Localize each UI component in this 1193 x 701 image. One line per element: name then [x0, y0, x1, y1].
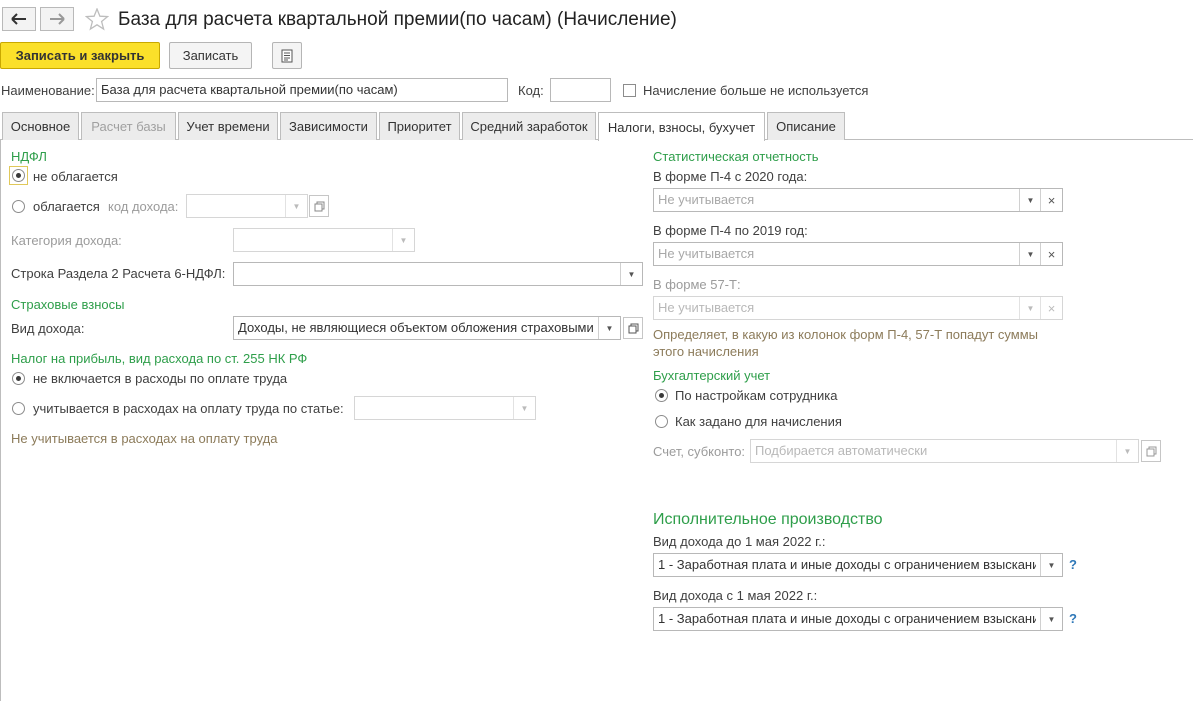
accounting-as-accrual-label: Как задано для начисления [675, 414, 842, 429]
accounting-by-employee-radio[interactable] [655, 389, 668, 402]
enforcement-title: Исполнительное производство [653, 511, 883, 528]
enforcement-after-value: 1 - Заработная плата и иные доходы с огр… [658, 611, 1036, 626]
form-57t-select[interactable]: Не учитывается ▼ × [653, 296, 1063, 320]
account-placeholder: Подбирается автоматически [755, 443, 928, 458]
income-code-select[interactable]: ▼ [186, 194, 308, 218]
back-button[interactable] [2, 7, 36, 31]
chevron-down-icon[interactable]: ▼ [1019, 297, 1041, 319]
p4-2020-select[interactable]: Не учитывается ▼ × [653, 188, 1063, 212]
profit-tax-note: Не учитывается в расходах на оплату труд… [11, 431, 278, 446]
ndfl-title: НДФЛ [11, 149, 47, 164]
insurance-income-type-value: Доходы, не являющиеся объектом обложения… [238, 320, 594, 335]
clear-icon[interactable]: × [1040, 297, 1062, 319]
open-window-icon [628, 323, 638, 333]
income-code-label: код дохода: [108, 199, 179, 214]
code-label: Код: [518, 83, 544, 98]
tab-average-earnings[interactable]: Средний заработок [462, 112, 596, 140]
profit-tax-title: Налог на прибыль, вид расхода по ст. 255… [11, 351, 308, 366]
save-and-close-button[interactable]: Записать и закрыть [0, 42, 160, 69]
chevron-down-icon[interactable]: ▼ [598, 317, 620, 339]
income-code-open-button[interactable] [309, 195, 329, 217]
content-left-border [0, 139, 1, 701]
code-field[interactable] [550, 78, 611, 102]
document-icon [281, 49, 293, 62]
name-field[interactable]: База для расчета квартальной премии(по ч… [96, 78, 508, 102]
tab-base-calculation[interactable]: Расчет базы [81, 112, 176, 140]
chevron-down-icon[interactable]: ▼ [1116, 440, 1138, 462]
income-category-label: Категория дохода: [11, 233, 122, 248]
account-select[interactable]: Подбирается автоматически ▼ [750, 439, 1139, 463]
chevron-down-icon[interactable]: ▼ [392, 229, 414, 251]
stats-note-line1: Определяет, в какую из колонок форм П-4,… [653, 327, 1039, 342]
profit-tax-article-select[interactable]: ▼ [354, 396, 536, 420]
enforcement-before-label: Вид дохода до 1 мая 2022 г.: [653, 534, 826, 549]
chevron-down-icon[interactable]: ▼ [1019, 189, 1041, 211]
ndfl-line-select[interactable]: ▼ [233, 262, 643, 286]
insurance-title: Страховые взносы [11, 297, 125, 312]
chevron-down-icon[interactable]: ▼ [1019, 243, 1041, 265]
arrow-right-icon [50, 13, 65, 25]
stats-note-line2: этого начисления [653, 344, 759, 359]
account-label: Счет, субконто: [653, 444, 746, 459]
open-window-icon [314, 201, 324, 211]
enforcement-before-value: 1 - Заработная плата и иные доходы с огр… [658, 557, 1036, 572]
chevron-down-icon[interactable]: ▼ [620, 263, 642, 285]
profit-tax-not-included-radio[interactable] [12, 372, 25, 385]
unused-label: Начисление больше не используется [643, 83, 869, 98]
p4-2020-label: В форме П-4 с 2020 года: [653, 169, 808, 184]
forward-button[interactable] [40, 7, 74, 31]
tab-taxes[interactable]: Налоги, взносы, бухучет [598, 112, 765, 141]
chevron-down-icon[interactable]: ▼ [513, 397, 535, 419]
name-label: Наименование: [1, 83, 95, 98]
form-57t-value: Не учитывается [658, 300, 755, 315]
star-icon[interactable] [85, 8, 109, 31]
document-button[interactable] [272, 42, 302, 69]
account-open-button[interactable] [1141, 440, 1161, 462]
tab-dependencies[interactable]: Зависимости [280, 112, 377, 140]
p4-2019-value: Не учитывается [658, 246, 755, 261]
clear-icon[interactable]: × [1040, 243, 1062, 265]
enforcement-after-label: Вид дохода с 1 мая 2022 г.: [653, 588, 818, 603]
chevron-down-icon[interactable]: ▼ [1040, 554, 1062, 576]
ndfl-taxed-radio[interactable] [12, 200, 25, 213]
tab-priority[interactable]: Приоритет [379, 112, 460, 140]
ndfl-not-taxed-label: не облагается [33, 169, 118, 184]
enforcement-after-help-icon[interactable]: ? [1069, 611, 1077, 626]
accounting-by-employee-label: По настройкам сотрудника [675, 388, 838, 403]
income-category-select[interactable]: ▼ [233, 228, 415, 252]
p4-2019-label: В форме П-4 по 2019 год: [653, 223, 808, 238]
tab-description[interactable]: Описание [767, 112, 845, 140]
tab-main[interactable]: Основное [2, 112, 79, 140]
enforcement-before-select[interactable]: 1 - Заработная плата и иные доходы с огр… [653, 553, 1063, 577]
form-57t-label: В форме 57-Т: [653, 277, 741, 292]
profit-tax-included-label: учитывается в расходах на оплату труда п… [33, 401, 344, 416]
p4-2020-value: Не учитывается [658, 192, 755, 207]
enforcement-after-select[interactable]: 1 - Заработная плата и иные доходы с огр… [653, 607, 1063, 631]
chevron-down-icon[interactable]: ▼ [1040, 608, 1062, 630]
save-button[interactable]: Записать [169, 42, 252, 69]
open-window-icon [1146, 446, 1156, 456]
insurance-income-type-open-button[interactable] [623, 317, 643, 339]
enforcement-before-help-icon[interactable]: ? [1069, 557, 1077, 572]
profit-tax-included-radio[interactable] [12, 402, 25, 415]
p4-2019-select[interactable]: Не учитывается ▼ × [653, 242, 1063, 266]
insurance-income-type-label: Вид дохода: [11, 321, 85, 336]
profit-tax-not-included-label: не включается в расходы по оплате труда [33, 371, 288, 386]
stats-title: Статистическая отчетность [653, 149, 819, 164]
ndfl-line-label: Строка Раздела 2 Расчета 6-НДФЛ: [11, 266, 226, 281]
arrow-left-icon [11, 13, 26, 25]
insurance-income-type-select[interactable]: Доходы, не являющиеся объектом обложения… [233, 316, 621, 340]
unused-checkbox[interactable] [623, 84, 636, 97]
chevron-down-icon[interactable]: ▼ [285, 195, 307, 217]
tab-time-accounting[interactable]: Учет времени [178, 112, 278, 140]
accounting-as-accrual-radio[interactable] [655, 415, 668, 428]
accounting-title: Бухгалтерский учет [653, 368, 771, 383]
window-title: База для расчета квартальной премии(по ч… [118, 9, 677, 30]
ndfl-not-taxed-radio[interactable] [12, 169, 25, 182]
ndfl-taxed-label: облагается [33, 199, 100, 214]
clear-icon[interactable]: × [1040, 189, 1062, 211]
